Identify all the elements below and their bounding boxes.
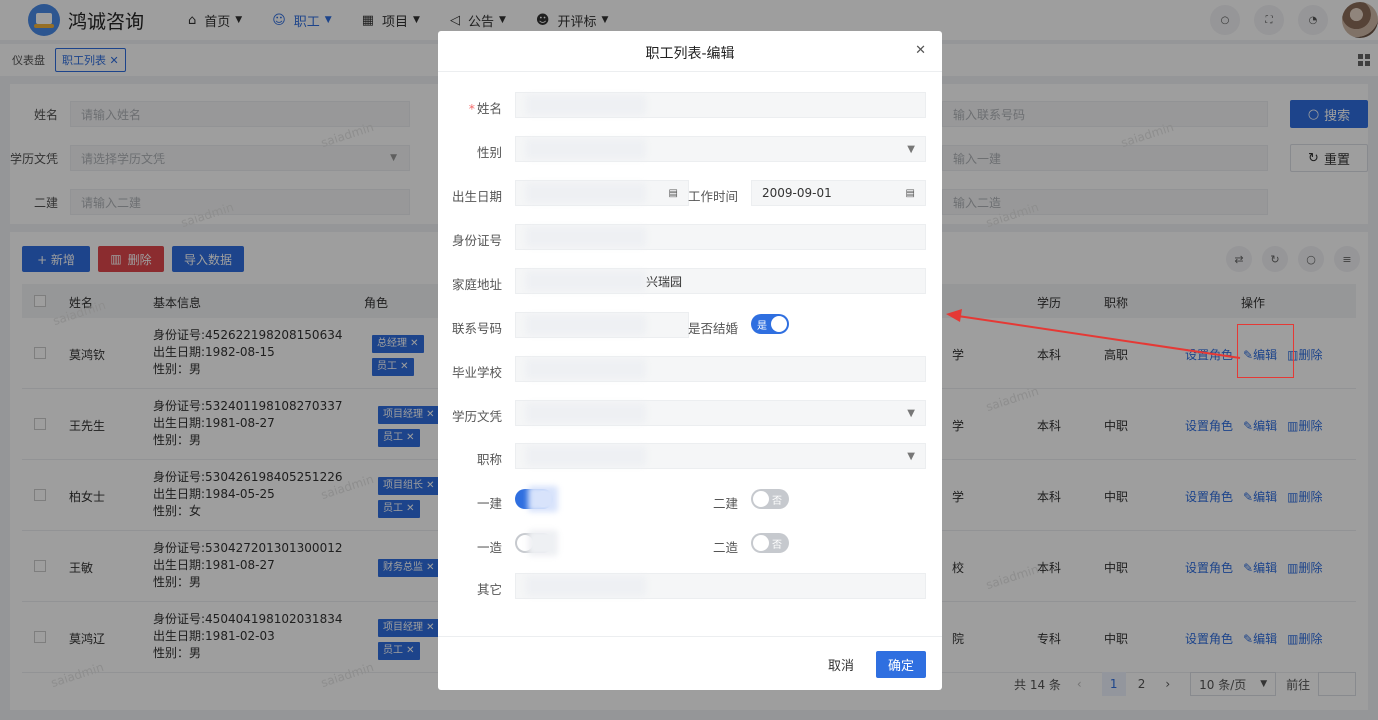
field-zao2-label: 二造: [712, 540, 738, 555]
redacted-sex: [526, 139, 646, 159]
redacted-other: [526, 576, 646, 596]
switch-knob: [771, 316, 787, 332]
redacted-zao1: [528, 530, 558, 556]
redacted-birth: [526, 183, 646, 203]
dialog-header-divider: [438, 71, 942, 72]
redacted-edu: [526, 403, 646, 423]
field-zao1-label: 一造: [476, 540, 502, 555]
field-phone-label: 联系号码: [451, 321, 502, 336]
jian2-switch[interactable]: 否: [751, 489, 789, 509]
switch-knob: [753, 491, 769, 507]
field-birth-label: 出生日期: [451, 189, 502, 204]
married-switch[interactable]: 是: [751, 314, 789, 334]
field-sex-label: 性别: [476, 145, 502, 160]
redacted-phone: [526, 315, 646, 335]
redacted-id: [526, 227, 646, 247]
field-school-label: 毕业学校: [451, 365, 502, 380]
close-icon[interactable]: ✕: [915, 43, 926, 58]
cancel-button[interactable]: 取消: [816, 651, 866, 678]
confirm-button[interactable]: 确定: [876, 651, 926, 678]
edit-dialog: 职工列表-编辑 ✕ * 姓名 性别 ▼ 出生日期 ▤ 工作时间 2009-09-0…: [438, 31, 942, 690]
calendar-icon: ▤: [668, 187, 678, 199]
field-jian1-label: 一建: [476, 496, 502, 511]
field-work-input[interactable]: 2009-09-01 ▤: [751, 180, 926, 206]
chevron-down-icon: ▼: [907, 143, 915, 155]
required-icon: *: [468, 101, 475, 116]
zao2-switch[interactable]: 否: [751, 533, 789, 553]
dialog-title: 职工列表-编辑: [645, 46, 735, 62]
field-id-label: 身份证号: [451, 233, 502, 248]
field-edu-label: 学历文凭: [451, 409, 502, 424]
field-married-label: 是否结婚: [687, 321, 738, 336]
chevron-down-icon: ▼: [907, 450, 915, 462]
field-jian2-label: 二建: [712, 496, 738, 511]
field-address-label: 家庭地址: [451, 277, 502, 292]
field-other-label: 其它: [476, 582, 502, 597]
redacted-address: [526, 271, 646, 291]
redacted-title: [526, 446, 646, 466]
chevron-down-icon: ▼: [907, 407, 915, 419]
redacted-name: [526, 95, 646, 115]
redacted-school: [526, 359, 646, 379]
redacted-jian1: [528, 486, 558, 512]
calendar-icon: ▤: [905, 187, 915, 199]
switch-knob: [753, 535, 769, 551]
field-work-label: 工作时间: [687, 189, 738, 204]
field-title-label: 职称: [476, 452, 502, 467]
dialog-footer-divider: [438, 636, 942, 637]
field-name-label: * 姓名: [468, 101, 502, 116]
